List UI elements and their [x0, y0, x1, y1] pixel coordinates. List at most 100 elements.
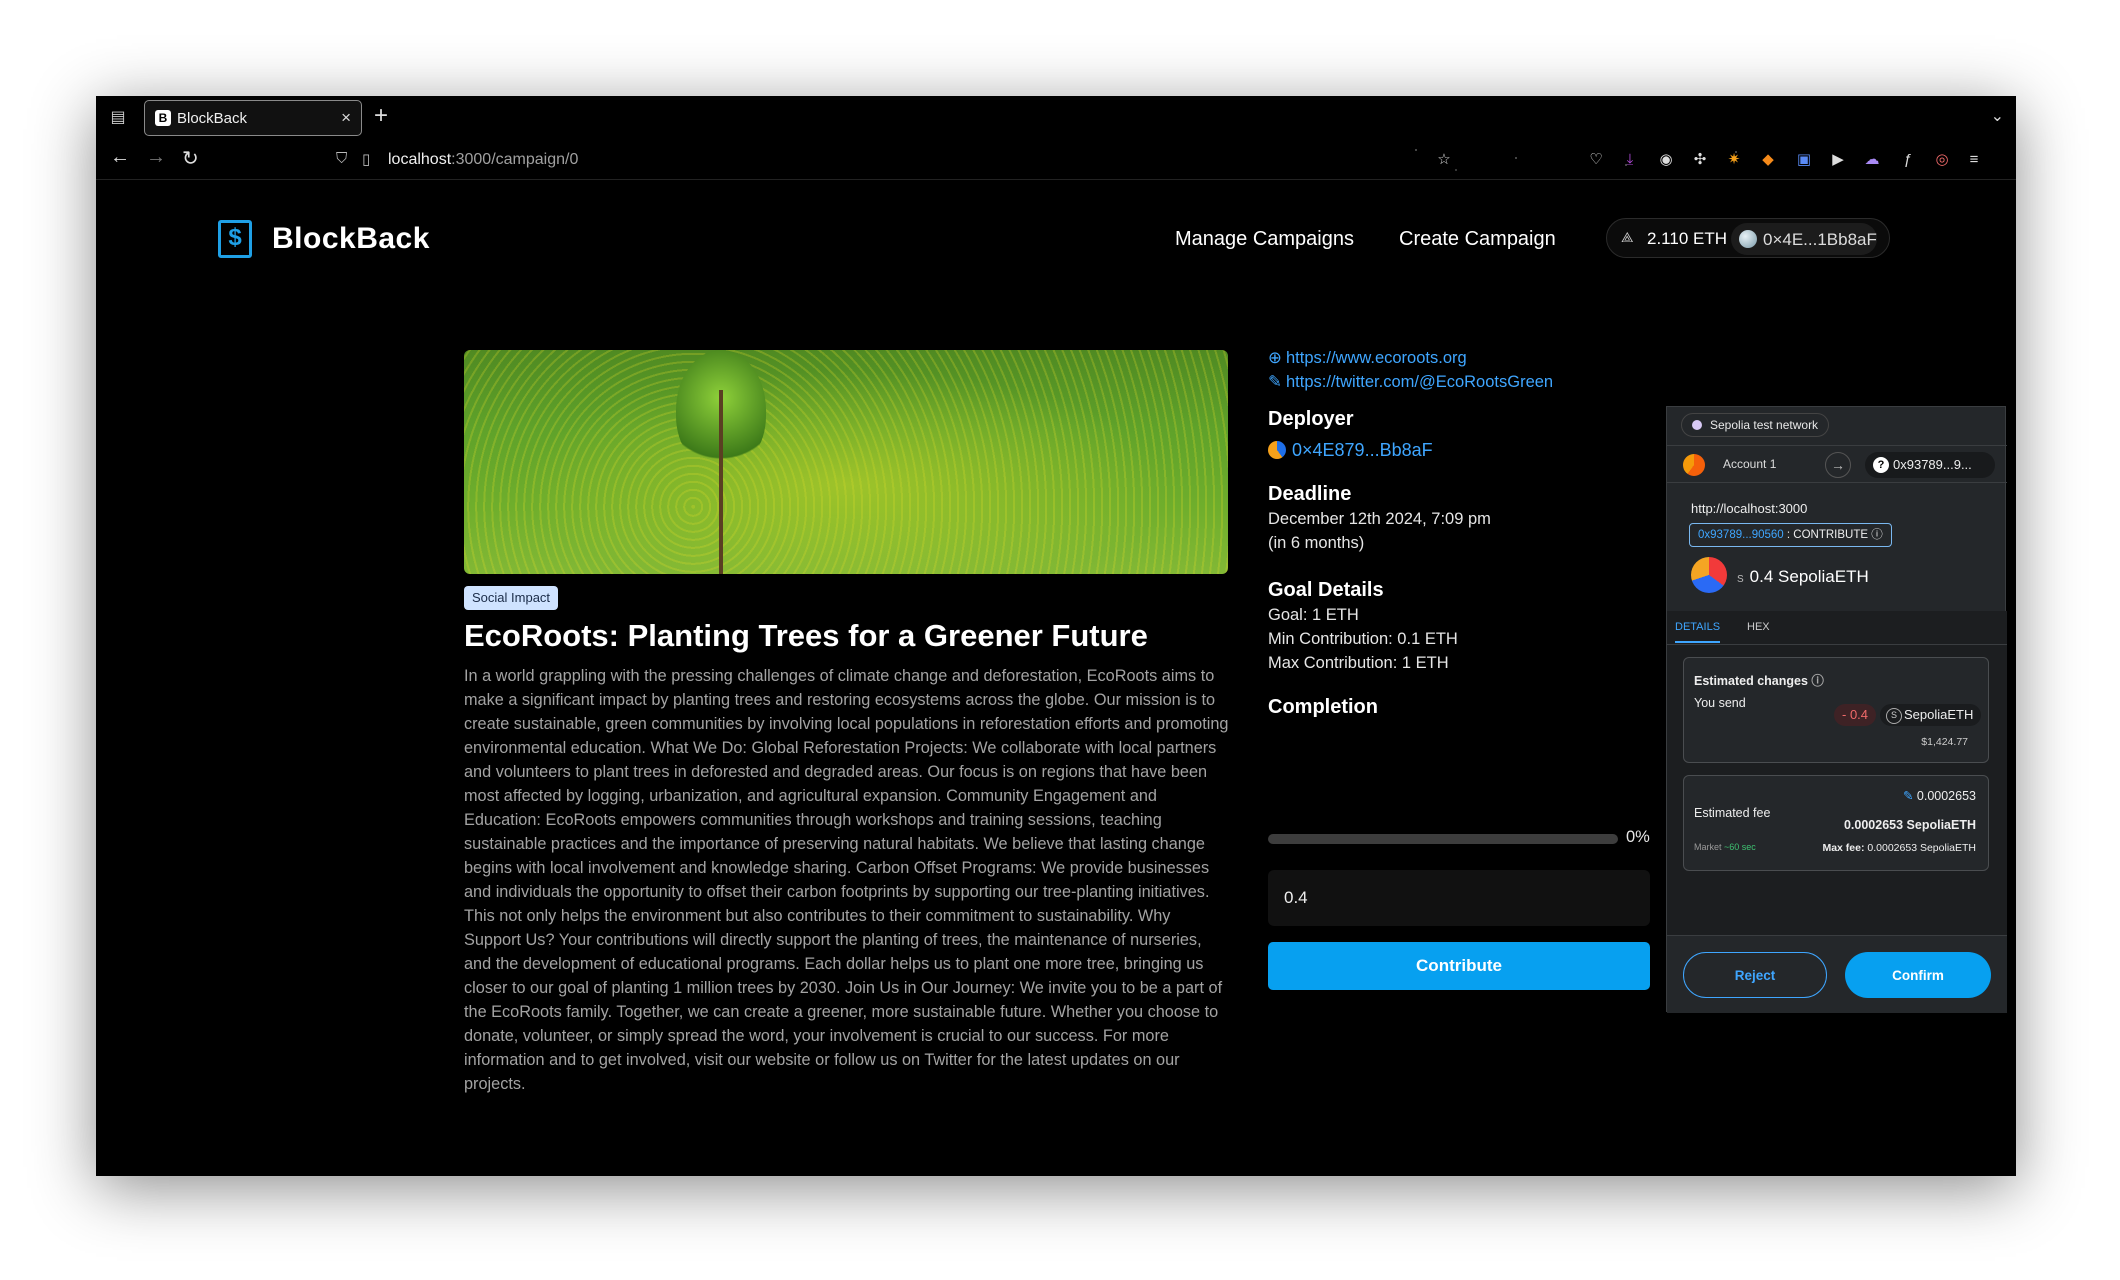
completion-heading: Completion [1268, 696, 1378, 718]
completion-progress-bar [1268, 834, 1618, 844]
estimated-changes-card: Estimated changes ⓘ You send - 0.4 Sepol… [1683, 657, 1989, 763]
wallet-address-box[interactable]: 0×4E...1Bb8aF [1731, 223, 1877, 255]
campaign-image [464, 350, 1228, 574]
account-name[interactable]: Account 1 [1723, 457, 1776, 471]
reload-icon[interactable]: ↻ [182, 146, 199, 171]
browser-window: ▤ B BlockBack × + ⌄ ← → ↻ ⛉ ▯ localhost:… [96, 96, 2016, 1176]
download-icon[interactable]: ⤓ [1620, 150, 1640, 170]
account-icon[interactable]: ◉ [1656, 150, 1676, 170]
estimated-fee-label: Estimated fee [1694, 806, 1771, 820]
you-send-label: You send [1694, 696, 1746, 710]
market-time: ~60 sec [1724, 842, 1756, 852]
token-avatar [1691, 557, 1727, 593]
new-tab-icon[interactable]: + [374, 102, 388, 130]
fee-short-value: 0.0002653 [1916, 789, 1976, 803]
globe-icon: ⊕ [1268, 349, 1282, 367]
burst-extension-icon[interactable]: ✷ [1724, 150, 1744, 170]
fee-market: Market ~60 sec [1694, 842, 1756, 852]
tab-details[interactable]: DETAILS [1675, 621, 1721, 643]
formula-extension-icon[interactable]: ƒ [1898, 150, 1918, 170]
wallet-avatar [1739, 230, 1757, 248]
completion-percent: 0% [1626, 828, 1650, 846]
arrow-right-icon: → [1825, 452, 1851, 478]
glasses-extension-icon[interactable]: ◎ [1932, 150, 1952, 170]
deployer-avatar [1268, 441, 1286, 459]
confirm-button[interactable]: Confirm [1845, 952, 1991, 998]
forward-icon[interactable]: → [146, 146, 166, 169]
website-url: https://www.ecoroots.org [1286, 349, 1467, 367]
campaign-description: In a world grappling with the pressing c… [464, 667, 1229, 1093]
details-body: Estimated changes ⓘ You send - 0.4 Sepol… [1667, 645, 2007, 935]
popup-footer: Reject Confirm [1667, 935, 2007, 1013]
url-host: localhost [388, 151, 452, 168]
wallet-balance: 2.110 ETH [1647, 229, 1728, 248]
recipient-address[interactable]: 0x93789...9... [1865, 452, 1995, 478]
network-badge[interactable]: Sepolia test network [1681, 413, 1830, 437]
min-contribution: Min Contribution: 0.1 ETH [1268, 630, 1458, 648]
tab-bar: ▤ B BlockBack × + ⌄ [96, 96, 2016, 140]
edit-pencil-icon[interactable]: ✎ [1903, 789, 1913, 803]
max-fee-value: 0.0002653 SepoliaETH [1867, 842, 1976, 854]
twitter-url: https://twitter.com/@EcoRootsGreen [1286, 373, 1554, 391]
chevron-down-icon[interactable]: ⌄ [1991, 106, 2004, 126]
deployer-address-text: 0×4E879...Bb8aF [1292, 440, 1433, 460]
contract-method-badge[interactable]: 0x93789...90560 : CONTRIBUTE ⓘ [1689, 523, 1892, 547]
info-icon[interactable]: ⓘ [1811, 674, 1824, 688]
deployer-heading: Deployer [1268, 408, 1354, 430]
bookmark-star-icon[interactable]: ☆ [1434, 150, 1454, 170]
extensions-icon[interactable]: ✣ [1690, 150, 1710, 170]
contribute-button[interactable]: Contribute [1268, 942, 1650, 990]
fee-full: 0.0002653 SepoliaETH [1843, 818, 1976, 832]
method-name: : CONTRIBUTE [1786, 529, 1869, 541]
browser-tab[interactable]: B BlockBack × [144, 100, 362, 136]
goal-heading: Goal Details [1268, 579, 1384, 601]
max-contribution: Max Contribution: 1 ETH [1268, 654, 1449, 672]
eth-icon: ⟁ [1621, 229, 1634, 245]
send-fiat: $1,424.77 [1921, 736, 1968, 748]
menu-icon[interactable]: ≡ [1964, 150, 1984, 170]
wallet-button[interactable]: ⟁ 2.110 ETH 0×4E...1Bb8aF [1606, 218, 1890, 258]
tx-amount-prefix: S [1737, 574, 1744, 585]
nav-create-campaign[interactable]: Create Campaign [1399, 228, 1556, 251]
app-page: $ BlockBack Manage Campaigns Create Camp… [96, 180, 2016, 1176]
max-fee-label: Max fee: [1822, 842, 1865, 854]
nav-manage-campaigns[interactable]: Manage Campaigns [1175, 228, 1354, 251]
campaign-title: EcoRoots: Planting Trees for a Greener F… [464, 618, 1148, 653]
deadline-heading: Deadline [1268, 483, 1352, 505]
pocket-icon[interactable]: ♡ [1586, 150, 1606, 170]
contribution-amount-input[interactable] [1268, 870, 1650, 926]
tab-list-icon[interactable]: ▤ [106, 106, 130, 130]
url-path: :3000/campaign/0 [451, 151, 579, 168]
account-avatar [1683, 454, 1705, 476]
market-label: Market [1694, 842, 1722, 852]
tab-favicon: B [155, 110, 171, 126]
account-row: Account 1 → 0x93789...9... [1667, 445, 2007, 483]
deadline-relative: (in 6 months) [1268, 534, 1365, 552]
close-tab-icon[interactable]: × [341, 108, 351, 128]
reject-button[interactable]: Reject [1683, 952, 1827, 998]
contract-address: 0x93789...90560 [1698, 529, 1784, 541]
deadline-date: December 12th 2024, 7:09 pm [1268, 510, 1491, 528]
back-icon[interactable]: ← [110, 146, 130, 169]
max-fee: Max fee: 0.0002653 SepoliaETH [1822, 842, 1976, 854]
fee-short: ✎ 0.0002653 [1903, 788, 1976, 803]
tab-hex[interactable]: HEX [1747, 621, 1770, 633]
tab-title: BlockBack [177, 110, 248, 127]
logo-icon[interactable]: $ [218, 220, 252, 258]
goal-amount: Goal: 1 ETH [1268, 606, 1359, 624]
twitter-link[interactable]: ✎ https://twitter.com/@EcoRootsGreen [1268, 372, 1553, 392]
twitter-icon: ✎ [1268, 373, 1282, 391]
detail-tabs: DETAILS HEX [1667, 611, 2007, 645]
shield-extension-icon[interactable]: ▣ [1794, 150, 1814, 170]
shield-icon[interactable]: ⛉ [336, 150, 347, 167]
media-extension-icon[interactable]: ▶ [1828, 150, 1848, 170]
url-bar[interactable]: localhost:3000/campaign/0 [388, 151, 578, 169]
info-icon[interactable]: ⓘ [1871, 529, 1883, 541]
website-link[interactable]: ⊕ https://www.ecoroots.org [1268, 348, 1467, 368]
brand-name[interactable]: BlockBack [272, 222, 430, 256]
metamask-fox-icon[interactable]: ◆ [1758, 150, 1778, 170]
tree-trunk [719, 390, 723, 574]
page-icon[interactable]: ▯ [362, 150, 370, 168]
deployer-address[interactable]: 0×4E879...Bb8aF [1268, 440, 1433, 461]
cloud-extension-icon[interactable]: ☁ [1862, 150, 1882, 170]
